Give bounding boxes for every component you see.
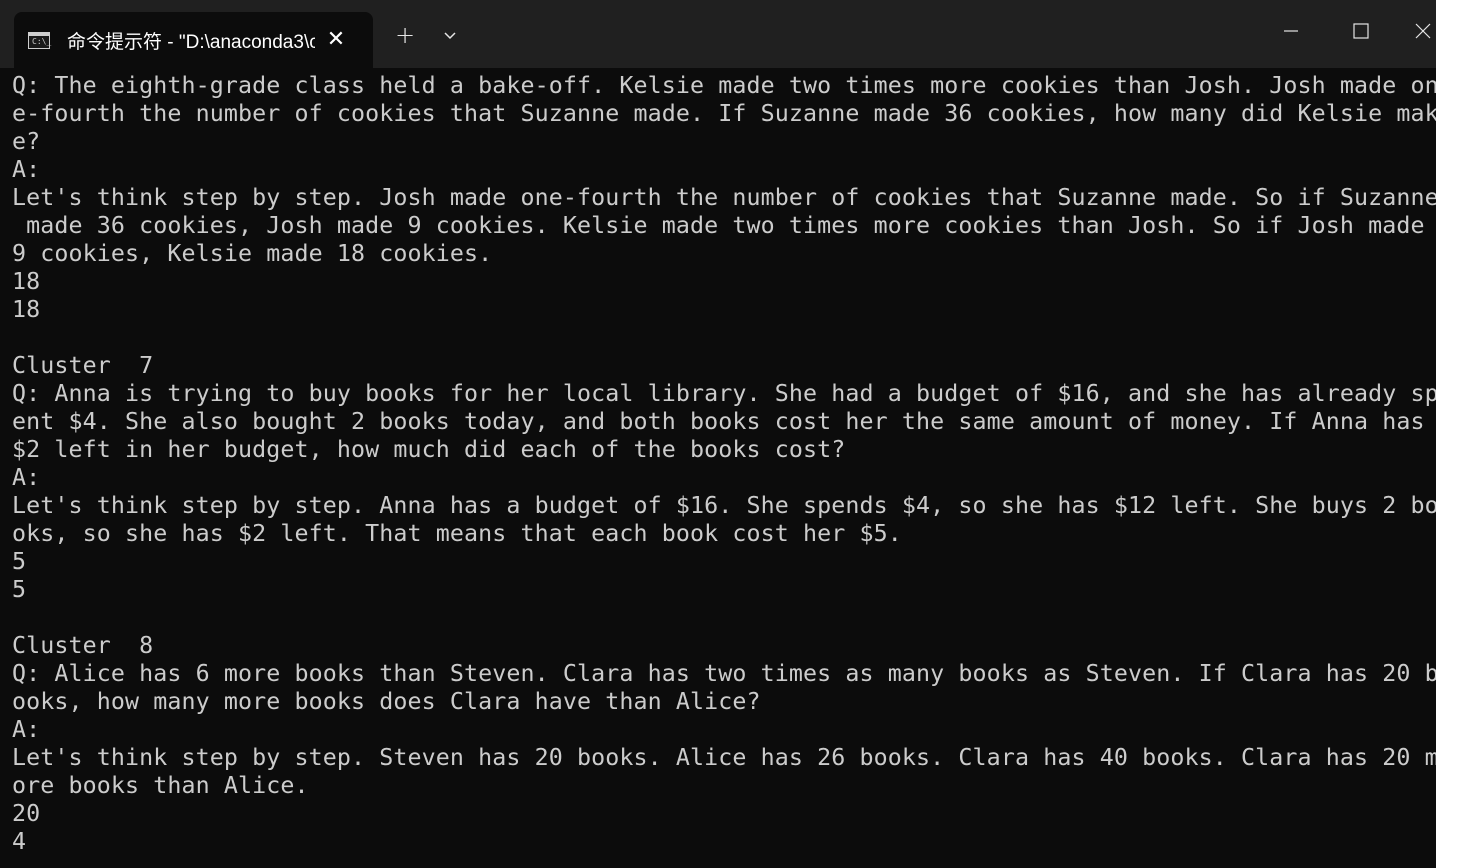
console-line: 9 cookies, Kelsie made 18 cookies. <box>12 240 493 267</box>
console-line: Let's think step by step. Josh made one-… <box>12 184 1436 211</box>
maximize-icon[interactable] <box>1338 14 1384 48</box>
console-line: 18 <box>12 296 41 323</box>
terminal-window: C:\_ 命令提示符 - "D:\anaconda3\c ✕ + Q: The … <box>0 0 1436 868</box>
console-line: Q: Alice has 6 more books than Steven. C… <box>12 660 1436 687</box>
console-line: ent $4. She also bought 2 books today, a… <box>12 408 1425 435</box>
tab-title: 命令提示符 - "D:\anaconda3\c <box>67 31 315 53</box>
console-line: 18 <box>12 268 41 295</box>
console-line: ore books than Alice. <box>12 772 309 799</box>
console-line: 20 <box>12 800 41 827</box>
console-line: Let's think step by step. Anna has a bud… <box>12 492 1436 519</box>
console-line: $2 left in her budget, how much did each… <box>12 436 846 463</box>
minimize-icon[interactable] <box>1268 14 1314 48</box>
console-line: Q: Anna is trying to buy books for her l… <box>12 380 1436 407</box>
console-line: e? <box>12 128 41 155</box>
console-line: A: <box>12 716 41 743</box>
console-line: 5 <box>12 548 27 575</box>
new-tab-button[interactable]: + <box>390 20 420 50</box>
console-line: oks, so she has $2 left. That means that… <box>12 520 902 547</box>
console-line: Cluster 8 <box>12 632 154 659</box>
title-bar[interactable]: C:\_ 命令提示符 - "D:\anaconda3\c ✕ + <box>0 0 1436 68</box>
console-line: Cluster 7 <box>12 352 154 379</box>
console-output[interactable]: Q: The eighth-grade class held a bake-of… <box>12 72 1436 856</box>
tab-command-prompt[interactable]: C:\_ 命令提示符 - "D:\anaconda3\c ✕ <box>14 12 373 68</box>
console-line: A: <box>12 464 41 491</box>
console-line: Q: The eighth-grade class held a bake-of… <box>12 72 1436 99</box>
console-line: 4 <box>12 828 27 855</box>
command-prompt-icon: C:\_ <box>28 31 51 49</box>
close-window-icon[interactable] <box>1400 14 1436 48</box>
close-tab-icon[interactable]: ✕ <box>321 29 351 51</box>
console-line: e-fourth the number of cookies that Suza… <box>12 100 1436 127</box>
chevron-down-icon[interactable] <box>436 22 464 50</box>
console-line: Let's think step by step. Steven has 20 … <box>12 744 1436 771</box>
console-line: A: <box>12 156 41 183</box>
console-line: 5 <box>12 576 27 603</box>
console-line: made 36 cookies, Josh made 9 cookies. Ke… <box>12 212 1425 239</box>
console-line: ooks, how many more books does Clara hav… <box>12 688 761 715</box>
